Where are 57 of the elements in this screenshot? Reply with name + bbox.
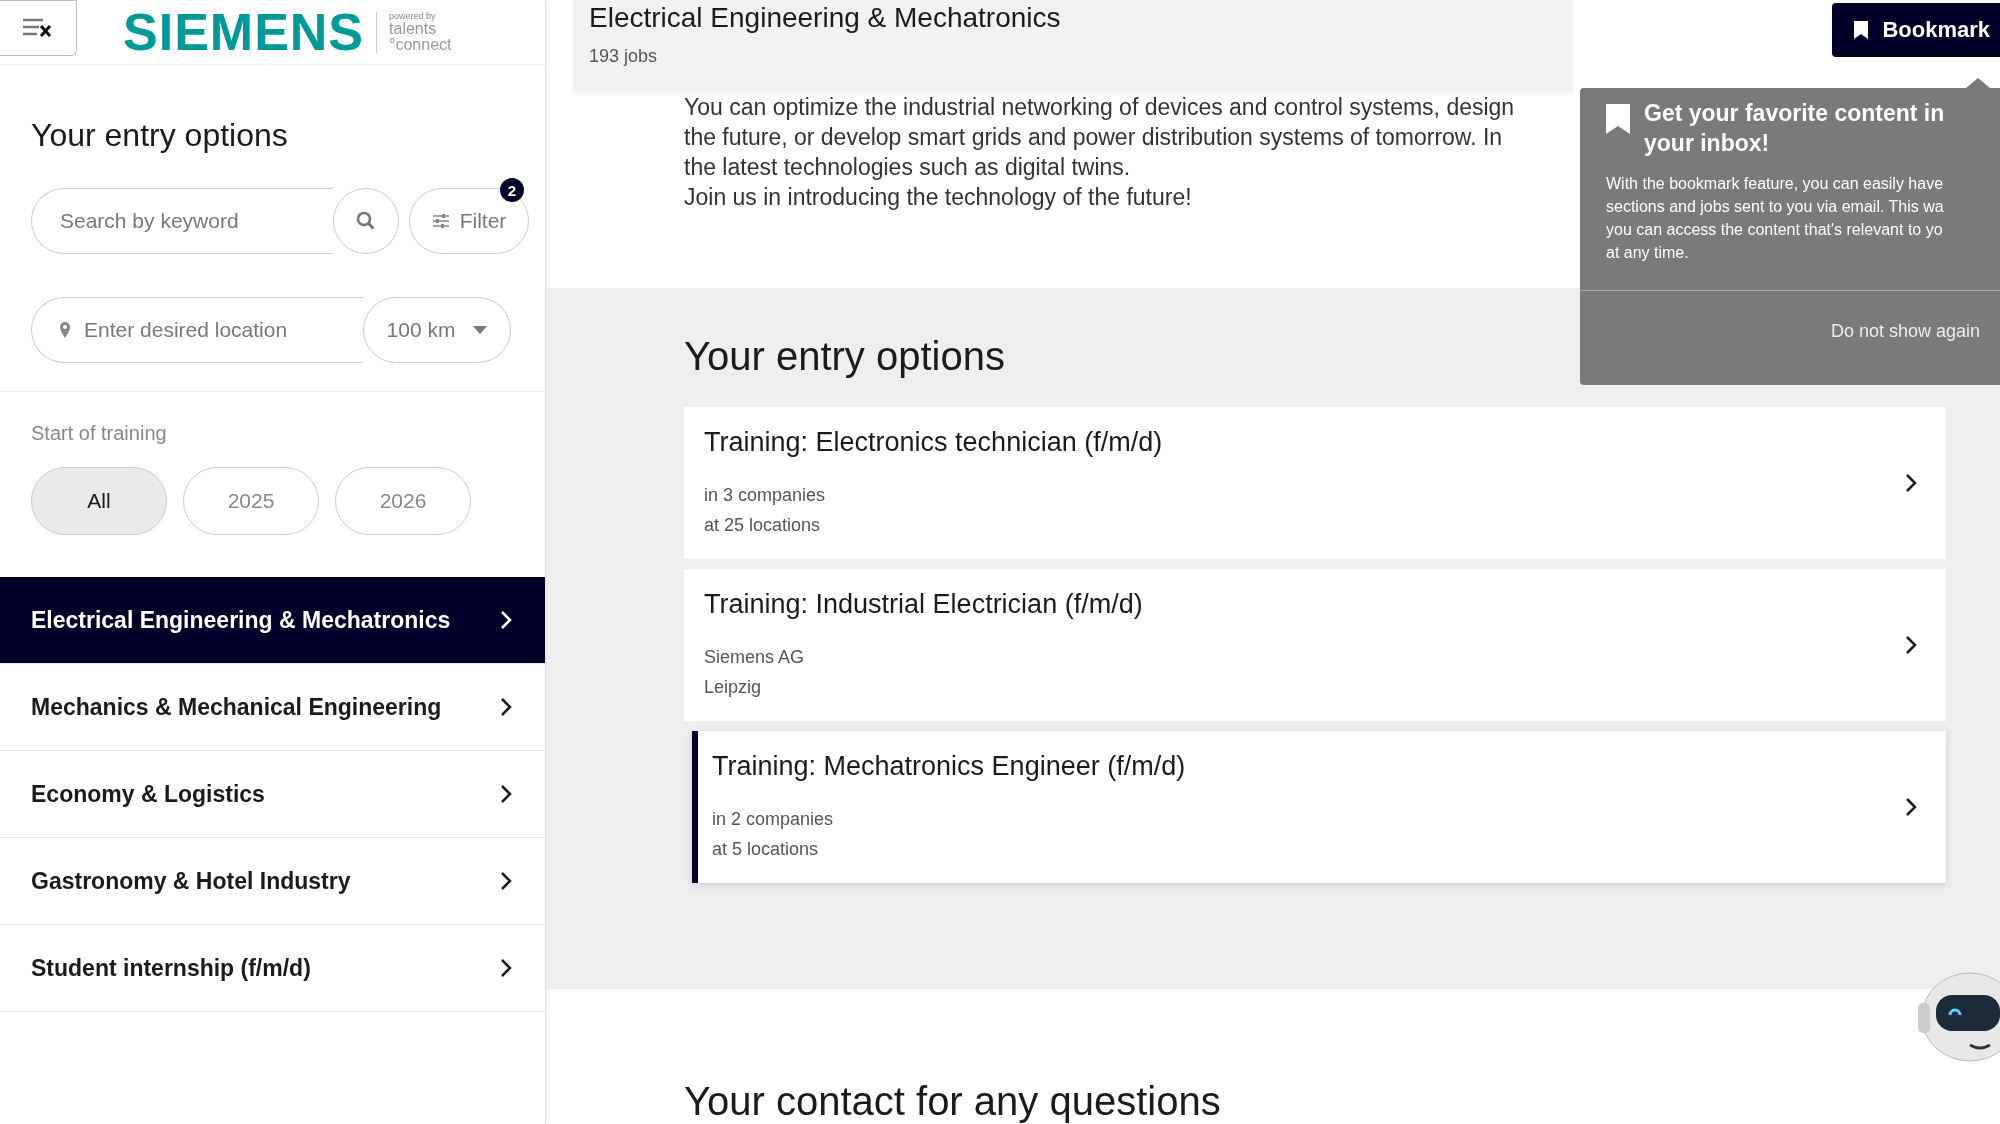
tooltip-text-line: at any time. <box>1606 243 1689 263</box>
tooltip-text-line: you can access the content that's relevant to yo <box>1606 220 1943 240</box>
year-chip[interactable]: 2026 <box>335 467 471 535</box>
bookmark-button[interactable]: Bookmark <box>1832 3 2000 57</box>
chevron-right-icon <box>499 783 513 805</box>
chevron-right-icon <box>499 696 513 718</box>
training-title: Training: Industrial Electrician (f/m/d) <box>704 588 1143 620</box>
location-field[interactable]: Enter desired location <box>31 297 363 363</box>
sliders-icon <box>431 213 450 229</box>
location-pin-icon <box>59 321 71 339</box>
training-detail: Siemens AG <box>704 645 806 669</box>
intro-text-line: the future, or develop smart grids and power distribution systems of tomorrow. In <box>684 123 1503 152</box>
dismiss-link[interactable]: Do not show again <box>1830 321 2000 342</box>
intro-text-line: the latest technologies such as digital twins. <box>684 153 1131 182</box>
training-detail: at 25 locations <box>704 513 822 537</box>
partner-logo-text: talents <box>389 20 438 37</box>
menu-close-button[interactable] <box>0 0 77 56</box>
bookmark-icon <box>1606 104 1630 134</box>
training-title: Training: Electronics technician (f/m/d) <box>704 426 1163 458</box>
category-item[interactable]: Student internship (f/m/d) <box>0 925 545 1012</box>
category-item[interactable]: Electrical Engineering & Mechatronics <box>0 577 545 664</box>
year-chip[interactable]: 2025 <box>183 467 319 535</box>
year-chip[interactable]: All <box>31 467 167 535</box>
training-detail: in 3 companies <box>704 483 827 507</box>
radius-dropdown[interactable]: 100 km <box>363 297 511 363</box>
category-item[interactable]: Mechanics & Mechanical Engineering <box>0 664 545 751</box>
tooltip-text-line: With the bookmark feature, you can easily have <box>1606 174 1944 194</box>
tooltip-text-line: sections and jobs sent to you via email. This wa <box>1606 197 1944 217</box>
training-card[interactable]: Training: Electronics technician (f/m/d) in 3 companies at 25 locations <box>684 407 1946 560</box>
job-count: 193 jobs <box>589 46 659 67</box>
training-detail: Leipzig <box>704 675 763 699</box>
chevron-right-icon <box>499 609 513 631</box>
brand-logo: SIEMENS <box>123 2 365 62</box>
partner-logo-text: °connect <box>389 36 452 53</box>
filter-count-badge: 2 <box>500 178 524 202</box>
caret-down-icon <box>473 326 488 334</box>
intro-text-line: You can optimize the industrial networking of devices and control systems, design <box>684 93 1515 122</box>
bookmark-icon <box>1854 21 1869 39</box>
sidebar-heading: Your entry options <box>31 117 289 154</box>
search-icon <box>356 211 376 231</box>
chevron-right-icon <box>499 957 513 979</box>
powered-by-text: powered by <box>389 11 437 21</box>
training-detail: in 2 companies <box>712 807 835 831</box>
section-heading: Your entry options <box>684 333 1005 381</box>
intro-text-line: Join us in introducing the technology of the future! <box>684 183 1192 212</box>
search-field[interactable]: Search by keyword <box>31 188 333 254</box>
tooltip-title: Get your favorite content in your inbox! <box>1644 99 1946 158</box>
chevron-right-icon <box>499 870 513 892</box>
category-item[interactable]: Gastronomy & Hotel Industry <box>0 838 545 925</box>
training-detail: at 5 locations <box>712 837 820 861</box>
training-card[interactable]: Training: Mechatronics Engineer (f/m/d) in 2 companies at 5 locations <box>692 731 1946 884</box>
page-title: Electrical Engineering & Mechatronics <box>589 2 1062 34</box>
training-card[interactable]: Training: Industrial Electrician (f/m/d) Siemens AG Leipzig <box>684 569 1946 722</box>
section-heading: Your contact for any questions <box>684 1079 1222 1124</box>
start-of-training-label: Start of training <box>31 422 168 445</box>
category-item[interactable]: Economy & Logistics <box>0 751 545 838</box>
training-title: Training: Mechatronics Engineer (f/m/d) <box>712 750 1186 782</box>
